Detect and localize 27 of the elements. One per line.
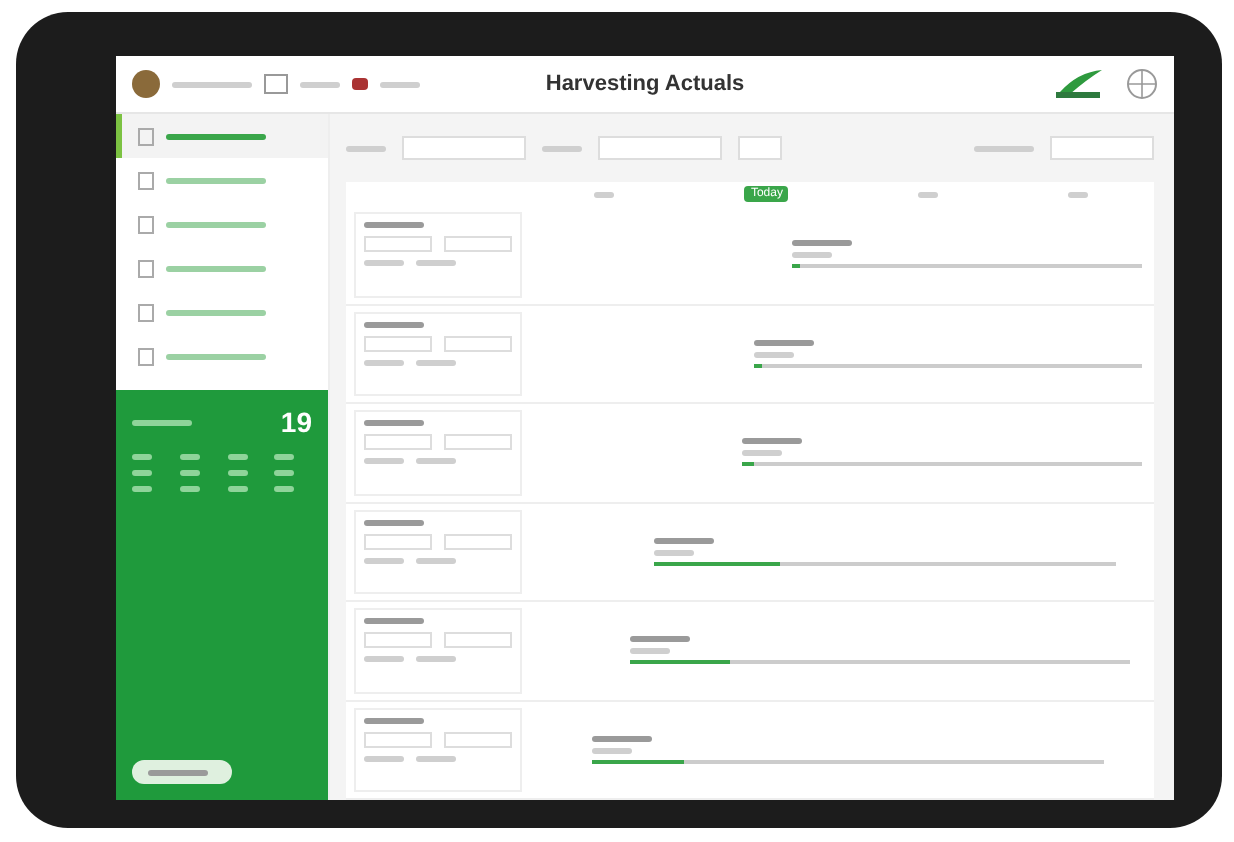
illegible-text [918,191,939,197]
temperature: 19 [280,406,312,438]
illegible-text [179,486,200,492]
illegible-text [542,145,582,151]
pill-button[interactable] [132,760,232,784]
globe-icon[interactable] [1126,68,1158,100]
logo-icon [132,70,160,98]
sidebar-item[interactable] [116,114,328,158]
illegible-text [132,419,192,425]
small-button[interactable] [738,136,782,160]
illegible-text [300,81,340,87]
select-field[interactable] [1050,136,1154,160]
illegible-text [274,486,295,492]
illegible-text [380,81,420,87]
illegible-text [179,454,200,460]
illegible-text [974,145,1034,151]
illegible-text [172,81,252,87]
illegible-text [346,145,386,151]
date-range-field[interactable] [598,136,722,160]
illegible-text [274,470,295,476]
illegible-text [179,470,200,476]
select-field[interactable] [402,136,526,160]
page-title: Harvesting Actuals [545,72,745,96]
leaf-logo-icon [1054,68,1106,100]
illegible-text [594,191,615,197]
illegible-text [1068,191,1089,197]
illegible-text [274,454,295,460]
